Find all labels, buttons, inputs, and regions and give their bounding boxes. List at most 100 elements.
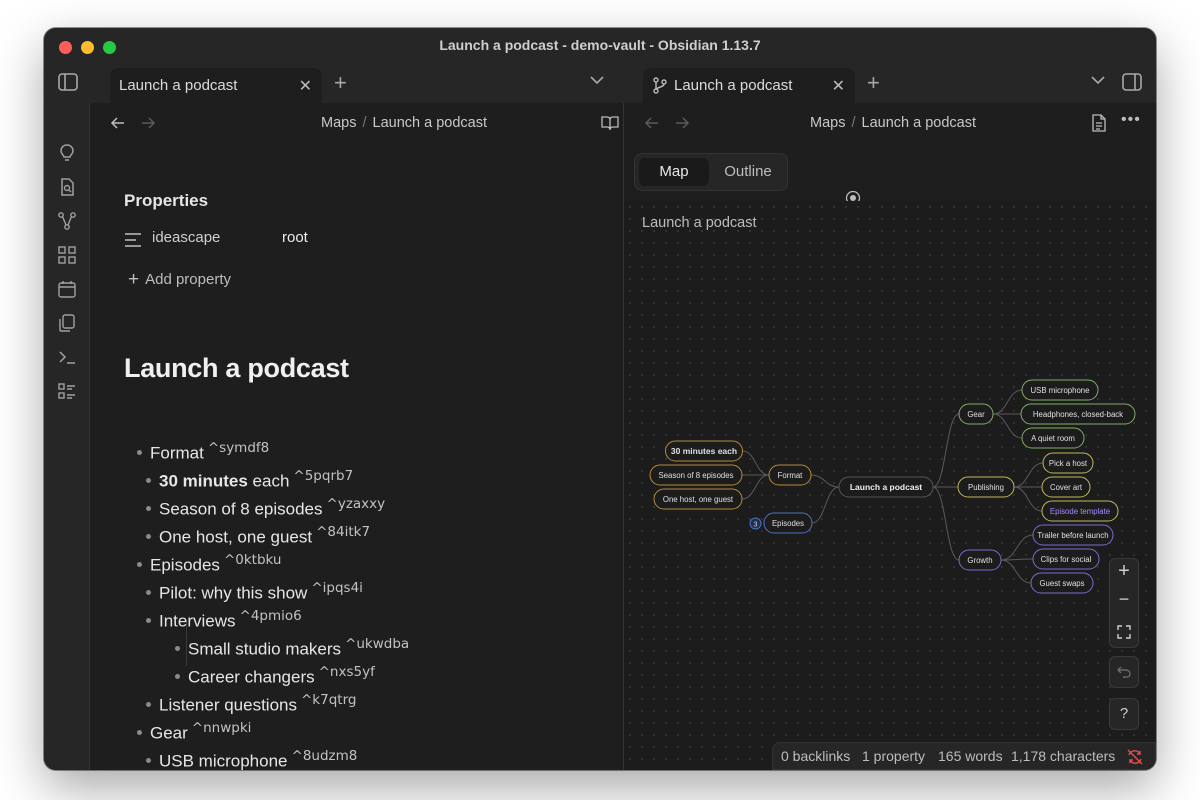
mindmap-node-growth-child[interactable]: Guest swaps xyxy=(1030,572,1094,594)
toggle-left-sidebar-icon[interactable] xyxy=(58,73,78,96)
mindmap-node-label: Publishing xyxy=(968,483,1004,492)
new-tab-icon[interactable]: + xyxy=(334,70,347,96)
tab-map[interactable]: Map xyxy=(639,158,709,186)
block-ref: ^nxs5yf xyxy=(318,664,375,680)
outline-item[interactable]: Format ^symdf8 xyxy=(137,440,269,464)
mindmap-canvas[interactable]: Launch a podcast Launch a podcast Format 3… xyxy=(624,201,1156,770)
breadcrumb-parent[interactable]: Maps xyxy=(321,115,356,131)
outline-item[interactable]: Career changers ^nxs5yf xyxy=(175,664,375,688)
mindmap-node-gear-child[interactable]: A quiet room xyxy=(1021,427,1085,449)
lightbulb-icon[interactable] xyxy=(57,143,77,163)
mindmap-node-growth-child[interactable]: Clips for social xyxy=(1032,548,1100,570)
mindmap-graph[interactable]: Launch a podcast Format 30 minutes each Sea… xyxy=(624,361,1156,761)
breadcrumb-current[interactable]: Launch a podcast xyxy=(373,115,487,131)
property-value[interactable]: root xyxy=(282,229,308,246)
outline-item-text: USB microphone xyxy=(159,751,288,770)
bullet-icon[interactable] xyxy=(146,589,151,595)
mindmap-node-episodes[interactable]: Episodes xyxy=(763,512,813,534)
outline-item-text: Episodes xyxy=(150,555,220,575)
status-backlinks[interactable]: 0 backlinks xyxy=(781,748,850,764)
root-link xyxy=(932,486,960,561)
mindmap-node-format-child[interactable]: One host, one guest xyxy=(653,488,743,510)
outline-item[interactable]: One host, one guest ^84itk7 xyxy=(146,524,370,548)
copy-icon[interactable] xyxy=(57,313,77,333)
new-tab-icon[interactable]: + xyxy=(867,70,880,96)
tab-list-chevron-icon[interactable] xyxy=(589,73,605,92)
mindmap-node-publishing-child[interactable]: Episode template xyxy=(1041,500,1119,522)
property-row[interactable]: ideascape root xyxy=(124,229,424,251)
tab-left-launch-a-podcast[interactable]: Launch a podcast ✕ xyxy=(110,68,322,103)
branch-icon xyxy=(652,77,668,98)
outline-item[interactable]: Season of 8 episodes ^yzaxxy xyxy=(146,496,385,520)
close-tab-icon[interactable]: ✕ xyxy=(299,76,312,96)
breadcrumb-current[interactable]: Launch a podcast xyxy=(862,115,976,131)
title-bar: Launch a podcast - demo-vault - Obsidian… xyxy=(44,28,1156,64)
outline-item[interactable]: 30 minutes each ^5pqrb7 xyxy=(146,468,353,492)
block-ref: ^5pqrb7 xyxy=(293,468,354,484)
mindmap-node-growth-child[interactable]: Trailer before launch xyxy=(1032,524,1114,546)
bullet-icon[interactable] xyxy=(175,645,180,651)
sync-off-icon[interactable] xyxy=(1127,749,1143,768)
tab-outline[interactable]: Outline xyxy=(713,158,783,186)
mindmap-node-label: Launch a podcast xyxy=(850,482,922,492)
zoom-out-button[interactable]: − xyxy=(1110,589,1138,610)
outline-item[interactable]: Small studio makers ^ukwdba xyxy=(175,636,409,660)
collapsed-count-badge[interactable]: 3 xyxy=(749,517,762,530)
mindmap-node-format[interactable]: Format xyxy=(768,464,812,486)
mindmap-node-publishing[interactable]: Publishing xyxy=(957,476,1015,498)
terminal-icon[interactable] xyxy=(57,347,77,367)
add-property-button[interactable]: + Add property xyxy=(128,268,231,290)
bullet-icon[interactable] xyxy=(146,757,151,763)
calendar-icon[interactable] xyxy=(57,279,77,299)
outline-item[interactable]: USB microphone ^8udzm8 xyxy=(146,748,357,770)
undo-button[interactable] xyxy=(1109,656,1139,688)
zoom-in-button[interactable]: + xyxy=(1110,560,1138,583)
back-arrow-icon[interactable] xyxy=(110,115,126,136)
forward-arrow-icon[interactable] xyxy=(674,115,690,136)
bullet-icon[interactable] xyxy=(175,673,180,679)
list-checks-icon[interactable] xyxy=(57,381,77,401)
fit-view-icon[interactable] xyxy=(1117,625,1131,644)
mindmap-node-gear-child[interactable]: USB microphone xyxy=(1021,379,1099,401)
mindmap-node-gear-child[interactable]: Headphones, closed-back xyxy=(1020,403,1136,425)
breadcrumb-parent[interactable]: Maps xyxy=(810,115,845,131)
bullet-icon[interactable] xyxy=(137,561,142,567)
tab-right-launch-a-podcast[interactable]: Launch a podcast ✕ xyxy=(643,68,855,103)
outline-item[interactable]: Listener questions ^k7qtrg xyxy=(146,692,356,716)
mindmap-node-publishing-child[interactable]: Cover art xyxy=(1041,476,1091,498)
mindmap-node-growth[interactable]: Growth xyxy=(958,549,1002,571)
mindmap-node-label: Format xyxy=(778,471,804,480)
bullet-icon[interactable] xyxy=(146,533,151,539)
mindmap-node-format-child[interactable]: Season of 8 episodes xyxy=(649,464,743,486)
toggle-right-sidebar-icon[interactable] xyxy=(1122,73,1142,96)
bullet-icon[interactable] xyxy=(146,701,151,707)
tab-list-chevron-icon[interactable] xyxy=(1090,73,1106,92)
back-arrow-icon[interactable] xyxy=(644,115,660,136)
bullet-icon[interactable] xyxy=(137,449,142,455)
mindmap-root-node[interactable]: Launch a podcast xyxy=(838,476,934,498)
forward-arrow-icon[interactable] xyxy=(140,115,156,136)
mindmap-node-format-child[interactable]: 30 minutes each xyxy=(665,440,743,462)
outline-item[interactable]: Episodes ^0ktbku xyxy=(137,552,281,576)
close-tab-icon[interactable]: ✕ xyxy=(832,76,845,96)
mindmap-node-label: Episodes xyxy=(772,519,804,528)
bullet-icon[interactable] xyxy=(146,505,151,511)
document-icon[interactable] xyxy=(1091,114,1107,137)
graph-view-icon[interactable] xyxy=(57,211,77,231)
bullet-icon[interactable] xyxy=(146,617,151,623)
branch-link xyxy=(1013,462,1044,488)
outline-item[interactable]: Interviews ^4pmio6 xyxy=(146,608,302,632)
more-options-icon[interactable]: ••• xyxy=(1121,111,1141,129)
root-link xyxy=(810,474,840,488)
mindmap-node-publishing-child[interactable]: Pick a host xyxy=(1042,452,1094,474)
help-button[interactable]: ? xyxy=(1109,698,1139,730)
reading-view-icon[interactable] xyxy=(601,115,619,136)
search-file-icon[interactable] xyxy=(57,177,77,197)
bullet-icon[interactable] xyxy=(137,729,142,735)
outline-item[interactable]: Gear ^nnwpki xyxy=(137,720,251,744)
grid-icon[interactable] xyxy=(57,245,77,265)
outline-item[interactable]: Pilot: why this show ^ipqs4i xyxy=(146,580,363,604)
mindmap-node-gear[interactable]: Gear xyxy=(958,403,994,425)
property-key[interactable]: ideascape xyxy=(152,229,220,246)
bullet-icon[interactable] xyxy=(146,477,151,483)
